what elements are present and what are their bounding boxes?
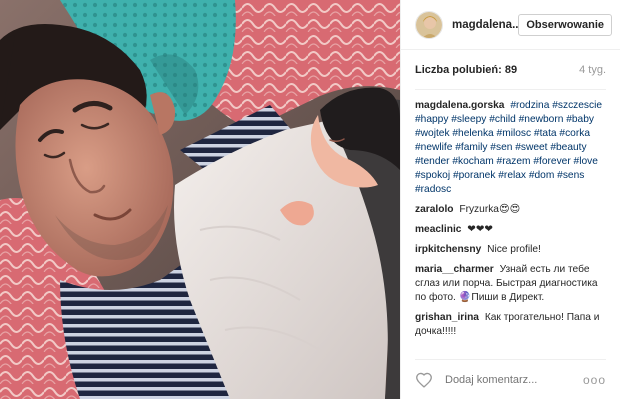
comment-item: zaralolo Fryzurka😍😍: [415, 203, 606, 217]
caption-hashtags[interactable]: #rodzina #szczescie #happy #sleepy #chil…: [415, 100, 602, 195]
more-options-icon[interactable]: ooo: [583, 373, 606, 387]
post-stats: Liczba polubień: 89 4 tyg.: [415, 50, 606, 90]
comment-author[interactable]: grishan_irina: [415, 312, 479, 323]
comment-author[interactable]: meaclinic: [415, 224, 461, 235]
comment-item: maria__charmer Узнай есть ли тебе сглаз …: [415, 263, 606, 305]
post-header: magdalena.... Obserwowanie: [401, 0, 620, 50]
follow-button[interactable]: Obserwowanie: [518, 13, 612, 36]
caption: magdalena.gorska #rodzina #szczescie #ha…: [415, 99, 606, 197]
comment-item: grishan_irina Как трогательно! Папа и до…: [415, 311, 606, 339]
profile-avatar[interactable]: [415, 10, 443, 39]
comment-author[interactable]: zaralolo: [415, 204, 454, 215]
comment-text: Nice profile!: [487, 244, 541, 255]
comments-list: magdalena.gorska #rodzina #szczescie #ha…: [401, 90, 620, 359]
post-timestamp[interactable]: 4 tyg.: [579, 64, 606, 76]
post-footer: ooo: [415, 359, 606, 399]
comment-item: meaclinic ❤❤❤: [415, 223, 606, 237]
post-username[interactable]: magdalena....: [452, 19, 518, 31]
instagram-post: magdalena.... Obserwowanie Liczba polubi…: [0, 0, 620, 399]
caption-author[interactable]: magdalena.gorska: [415, 100, 504, 111]
heart-outline-icon[interactable]: [415, 372, 433, 388]
post-sidebar: magdalena.... Obserwowanie Liczba polubi…: [400, 0, 620, 399]
comment-text: Fryzurka😍😍: [459, 204, 521, 215]
comment-item: irpkitchensny Nice profile!: [415, 243, 606, 257]
comment-author[interactable]: maria__charmer: [415, 264, 494, 275]
add-comment-input[interactable]: [445, 373, 565, 386]
likes-count[interactable]: Liczba polubień: 89: [415, 64, 517, 76]
comment-author[interactable]: irpkitchensny: [415, 244, 481, 255]
comment-text: ❤❤❤: [467, 224, 493, 235]
post-photo[interactable]: [0, 0, 400, 399]
